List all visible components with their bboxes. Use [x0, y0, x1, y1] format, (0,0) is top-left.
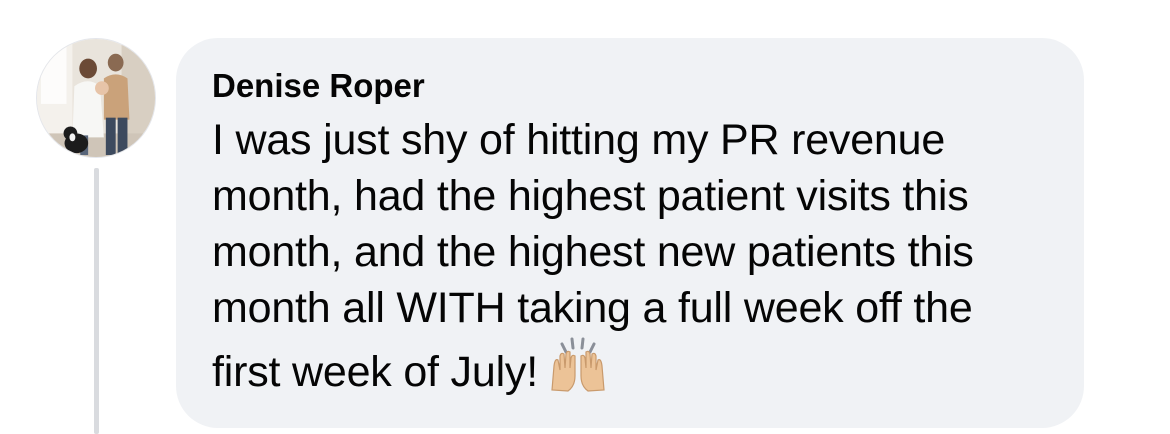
raising-hands-icon [548, 336, 608, 392]
comment-bubble: Denise Roper I was just shy of hitting m… [176, 38, 1084, 428]
avatar[interactable] [36, 38, 156, 158]
comment-thread: Denise Roper I was just shy of hitting m… [0, 0, 1170, 434]
thread-line [94, 168, 99, 434]
avatar-photo [37, 39, 155, 157]
comment-body: I was just shy of hitting my PR revenue … [212, 112, 1048, 400]
comment-author[interactable]: Denise Roper [212, 66, 1048, 106]
